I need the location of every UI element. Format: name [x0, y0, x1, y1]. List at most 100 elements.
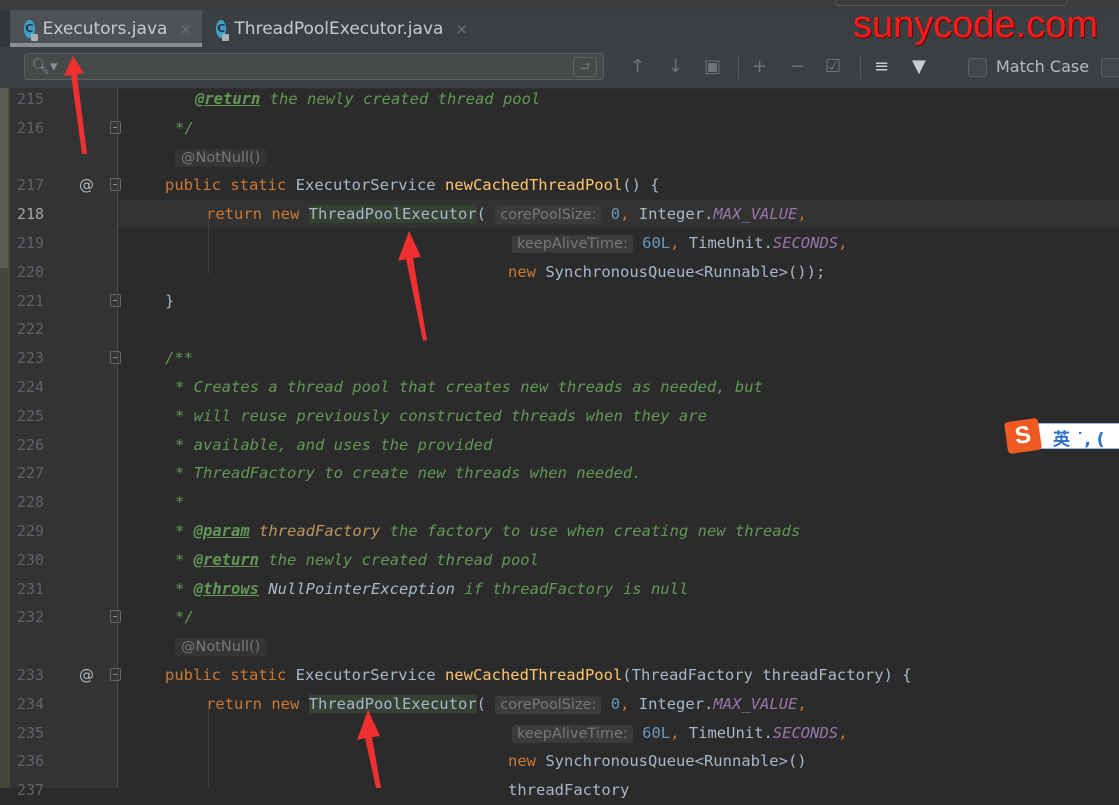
fold-guide — [117, 88, 118, 788]
select-all-occurrences-icon[interactable]: ▣ — [704, 56, 721, 77]
code-line[interactable]: @NotNull() — [0, 143, 1119, 172]
comment-text: */ — [175, 118, 194, 137]
punctuation: (ThreadFactory threadFactory) { — [622, 666, 912, 684]
code-text: @NotNull() — [175, 143, 267, 172]
fold-toggle-icon[interactable] — [110, 351, 121, 365]
code-line[interactable]: 226 * available, and uses the provided — [0, 431, 1119, 460]
fold-toggle-icon[interactable] — [110, 293, 121, 307]
java-class-icon: C — [24, 19, 38, 41]
watermark-text: sunycode.com — [853, 4, 1099, 46]
method-name: newCachedThreadPool — [444, 176, 623, 195]
tab-executors-java[interactable]: C Executors.java × — [10, 10, 202, 47]
code-line[interactable]: 236 new SynchronousQueue<Runnable>() — [0, 747, 1119, 776]
toolbar-separator — [860, 55, 861, 79]
line-number: 230 — [17, 550, 45, 569]
code-line[interactable]: @NotNull() — [0, 632, 1119, 661]
code-line[interactable]: 218 return new ThreadPoolExecutor( corePo… — [0, 200, 1119, 229]
filter-search-results-icon[interactable]: ≡ — [874, 56, 889, 77]
javadoc-tag: @param — [193, 522, 250, 540]
code-editor[interactable]: 215 @return the newly created thread pool… — [0, 85, 1119, 799]
code-text: * available, and uses the provided — [175, 431, 492, 459]
javadoc-tag: @throws — [193, 579, 259, 598]
line-number: 217 — [17, 176, 45, 195]
code-line[interactable]: 215 @return the newly created thread pool — [0, 85, 1119, 114]
code-line[interactable]: 223 /** — [0, 344, 1119, 373]
new-line-icon[interactable]: ⮐ — [573, 57, 597, 77]
type-name: Integer. — [638, 205, 714, 224]
code-text: * @throws NullPointerException if thread… — [175, 575, 688, 603]
add-occurrence-icon[interactable]: + — [752, 56, 767, 77]
line-number: 224 — [17, 378, 45, 396]
implementation-marker-icon[interactable]: @ — [79, 661, 94, 689]
code-line[interactable]: 225 * will reuse previously constructed t… — [0, 402, 1119, 431]
line-number: 237 — [17, 781, 45, 800]
keyword: public static — [165, 666, 296, 684]
code-line[interactable]: 220 new SynchronousQueue<Runnable>()); — [0, 258, 1119, 287]
parameter-hint: keepAliveTime: — [512, 235, 633, 253]
line-number: 228 — [17, 493, 45, 512]
line-number: 234 — [17, 694, 45, 713]
line-number: 225 — [17, 406, 45, 425]
code-line[interactable]: 234 return new ThreadPoolExecutor( corePo… — [0, 690, 1119, 719]
code-line[interactable]: 221} — [0, 287, 1119, 316]
fold-toggle-icon[interactable] — [110, 610, 121, 624]
keyword: return new — [206, 205, 309, 224]
keyword: return new — [206, 694, 309, 713]
ime-status-bar[interactable]: S 英 ˙, ( — [1003, 417, 1119, 455]
code-line[interactable]: 224 * Creates a thread pool that creates … — [0, 373, 1119, 402]
code-line[interactable]: 230 * @return the newly created thread po… — [0, 546, 1119, 575]
line-number: 231 — [17, 579, 45, 598]
toggle-occurrence-icon[interactable]: ☑ — [825, 56, 841, 77]
tab-threadpoolexecutor-java[interactable]: C ThreadPoolExecutor.java × — [202, 10, 478, 47]
code-line[interactable]: 217 @ public static ExecutorService newCac… — [0, 171, 1119, 200]
fold-toggle-icon[interactable] — [110, 120, 121, 134]
code-line[interactable]: 231 * @throws NullPointerException if thr… — [0, 575, 1119, 604]
code-line[interactable]: 229 * @param threadFactory the factory to… — [0, 517, 1119, 546]
close-icon[interactable]: × — [455, 20, 468, 38]
number-literal: 0 — [610, 205, 621, 224]
code-text: * will reuse previously constructed thre… — [175, 402, 707, 430]
find-search-box[interactable]: 🔍︎▾ ⮐ — [24, 53, 604, 80]
code-line[interactable]: 235 keepAliveTime: 60L, TimeUnit.SECONDS, — [0, 719, 1119, 748]
code-line[interactable]: 222 — [0, 315, 1119, 344]
line-number: 219 — [17, 234, 45, 252]
words-checkbox[interactable] — [1101, 58, 1119, 77]
punctuation: } — [165, 291, 175, 310]
punctuation: ( — [476, 694, 496, 713]
code-text: * @param threadFactory the factory to us… — [175, 517, 800, 545]
code-text: public static ExecutorService newCachedT… — [165, 171, 660, 199]
code-line[interactable]: 237 threadFactory — [0, 776, 1119, 805]
remove-occurrence-icon[interactable]: − — [790, 56, 805, 77]
lock-icon — [30, 33, 38, 41]
code-line[interactable]: 233 @ public static ExecutorService newCac… — [0, 661, 1119, 690]
parameter-hint: corePoolSize: — [495, 695, 602, 714]
fold-toggle-icon[interactable] — [110, 668, 121, 681]
previous-occurrence-icon[interactable]: ↑ — [630, 56, 645, 77]
find-input[interactable] — [59, 56, 563, 78]
code-line[interactable]: 219 keepAliveTime: 60L, TimeUnit.SECONDS, — [0, 229, 1119, 258]
close-icon[interactable]: × — [179, 20, 192, 38]
code-line[interactable]: 227 * ThreadFactory to create new threads… — [0, 459, 1119, 488]
code-text: * Creates a thread pool that creates new… — [175, 373, 763, 401]
line-number: 216 — [17, 118, 45, 137]
code-text: keepAliveTime: 60L, TimeUnit.SECONDS, — [512, 719, 847, 748]
code-text: * — [175, 488, 184, 516]
comment-text: * Creates a thread pool that creates new… — [175, 378, 763, 396]
match-case-checkbox[interactable] — [968, 58, 987, 77]
punctuation: , — [620, 694, 639, 713]
code-line[interactable]: 232 */ — [0, 603, 1119, 632]
code-line[interactable]: 216 */ — [0, 114, 1119, 143]
search-history-icon[interactable]: 🔍︎▾ — [31, 57, 58, 75]
punctuation: , — [797, 694, 807, 713]
line-number: 226 — [17, 435, 45, 454]
match-case-label[interactable]: Match Case — [996, 57, 1089, 76]
keyword: public static — [165, 176, 296, 195]
code-line[interactable]: 228 * — [0, 488, 1119, 517]
type-name: ExecutorService — [295, 176, 445, 195]
filter-icon[interactable]: ▼ — [912, 56, 926, 77]
implementation-marker-icon[interactable]: @ — [79, 171, 94, 199]
code-text: threadFactory — [508, 776, 629, 804]
fold-toggle-icon[interactable] — [110, 178, 121, 192]
next-occurrence-icon[interactable]: ↓ — [668, 56, 683, 77]
comment-text: * — [175, 579, 194, 598]
